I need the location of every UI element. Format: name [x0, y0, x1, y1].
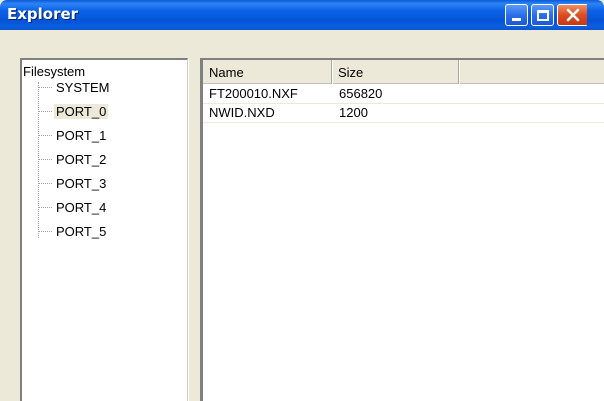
tree-item-port-1[interactable]: PORT_1 — [38, 126, 108, 144]
minimize-icon — [512, 17, 521, 21]
tree-item-system[interactable]: SYSTEM — [38, 78, 111, 96]
folder-tree[interactable]: Filesystem SYSTEM PORT_0 PORT_1 PORT_2 PORT_… — [20, 58, 188, 401]
tree-root-filesystem[interactable]: Filesystem — [23, 64, 85, 79]
file-name-cell: FT200010.NXF — [209, 86, 298, 101]
tree-item-label: PORT_2 — [56, 151, 107, 167]
column-header-size[interactable]: Size — [332, 60, 459, 84]
tree-item-port-3[interactable]: PORT_3 — [38, 174, 108, 192]
tree-item-port-0[interactable]: PORT_0 — [38, 102, 109, 120]
file-row[interactable]: FT200010.NXF 656820 — [203, 85, 604, 104]
tree-item-label: PORT_1 — [56, 127, 107, 143]
window-content: Filesystem SYSTEM PORT_0 PORT_1 PORT_2 PORT_… — [0, 30, 604, 401]
file-size-cell: 1200 — [339, 105, 368, 120]
tree-branch-line — [38, 158, 52, 160]
tree-item-label: PORT_5 — [56, 223, 107, 239]
list-header: Name Size — [203, 60, 604, 84]
tree-item-port-5[interactable]: PORT_5 — [38, 222, 108, 240]
column-header-blank[interactable] — [459, 60, 604, 84]
tree-branch-line — [38, 134, 52, 136]
tree-item-label: SYSTEM — [56, 79, 110, 95]
file-list[interactable]: Name Size FT200010.NXF 656820 NWID.NXD 1200 — [201, 58, 604, 401]
close-button[interactable] — [557, 4, 587, 26]
tree-item-label: PORT_0 — [54, 103, 109, 119]
tree-branch-line — [38, 230, 52, 232]
column-header-name[interactable]: Name — [203, 60, 332, 84]
tree-branch-line — [38, 182, 52, 184]
maximize-icon — [536, 9, 549, 21]
maximize-button[interactable] — [531, 4, 554, 26]
window-title: Explorer — [7, 5, 79, 23]
tree-item-label: PORT_4 — [56, 199, 107, 215]
file-name-cell: NWID.NXD — [209, 105, 275, 120]
file-size-cell: 656820 — [339, 86, 383, 101]
file-row[interactable]: NWID.NXD 1200 — [203, 104, 604, 123]
tree-item-label: PORT_3 — [56, 175, 107, 191]
tree-branch-line — [38, 206, 52, 208]
tree-branch-line — [38, 86, 52, 88]
tree-branch-line — [38, 110, 52, 112]
tree-item-port-2[interactable]: PORT_2 — [38, 150, 108, 168]
minimize-button[interactable] — [505, 4, 528, 26]
tree-item-port-4[interactable]: PORT_4 — [38, 198, 108, 216]
close-icon — [566, 8, 579, 22]
explorer-window: Explorer Filesystem SYSTEM PORT_0 PORT_1 PO… — [0, 0, 604, 401]
title-bar[interactable]: Explorer — [0, 0, 604, 30]
pane-splitter[interactable] — [188, 58, 201, 401]
